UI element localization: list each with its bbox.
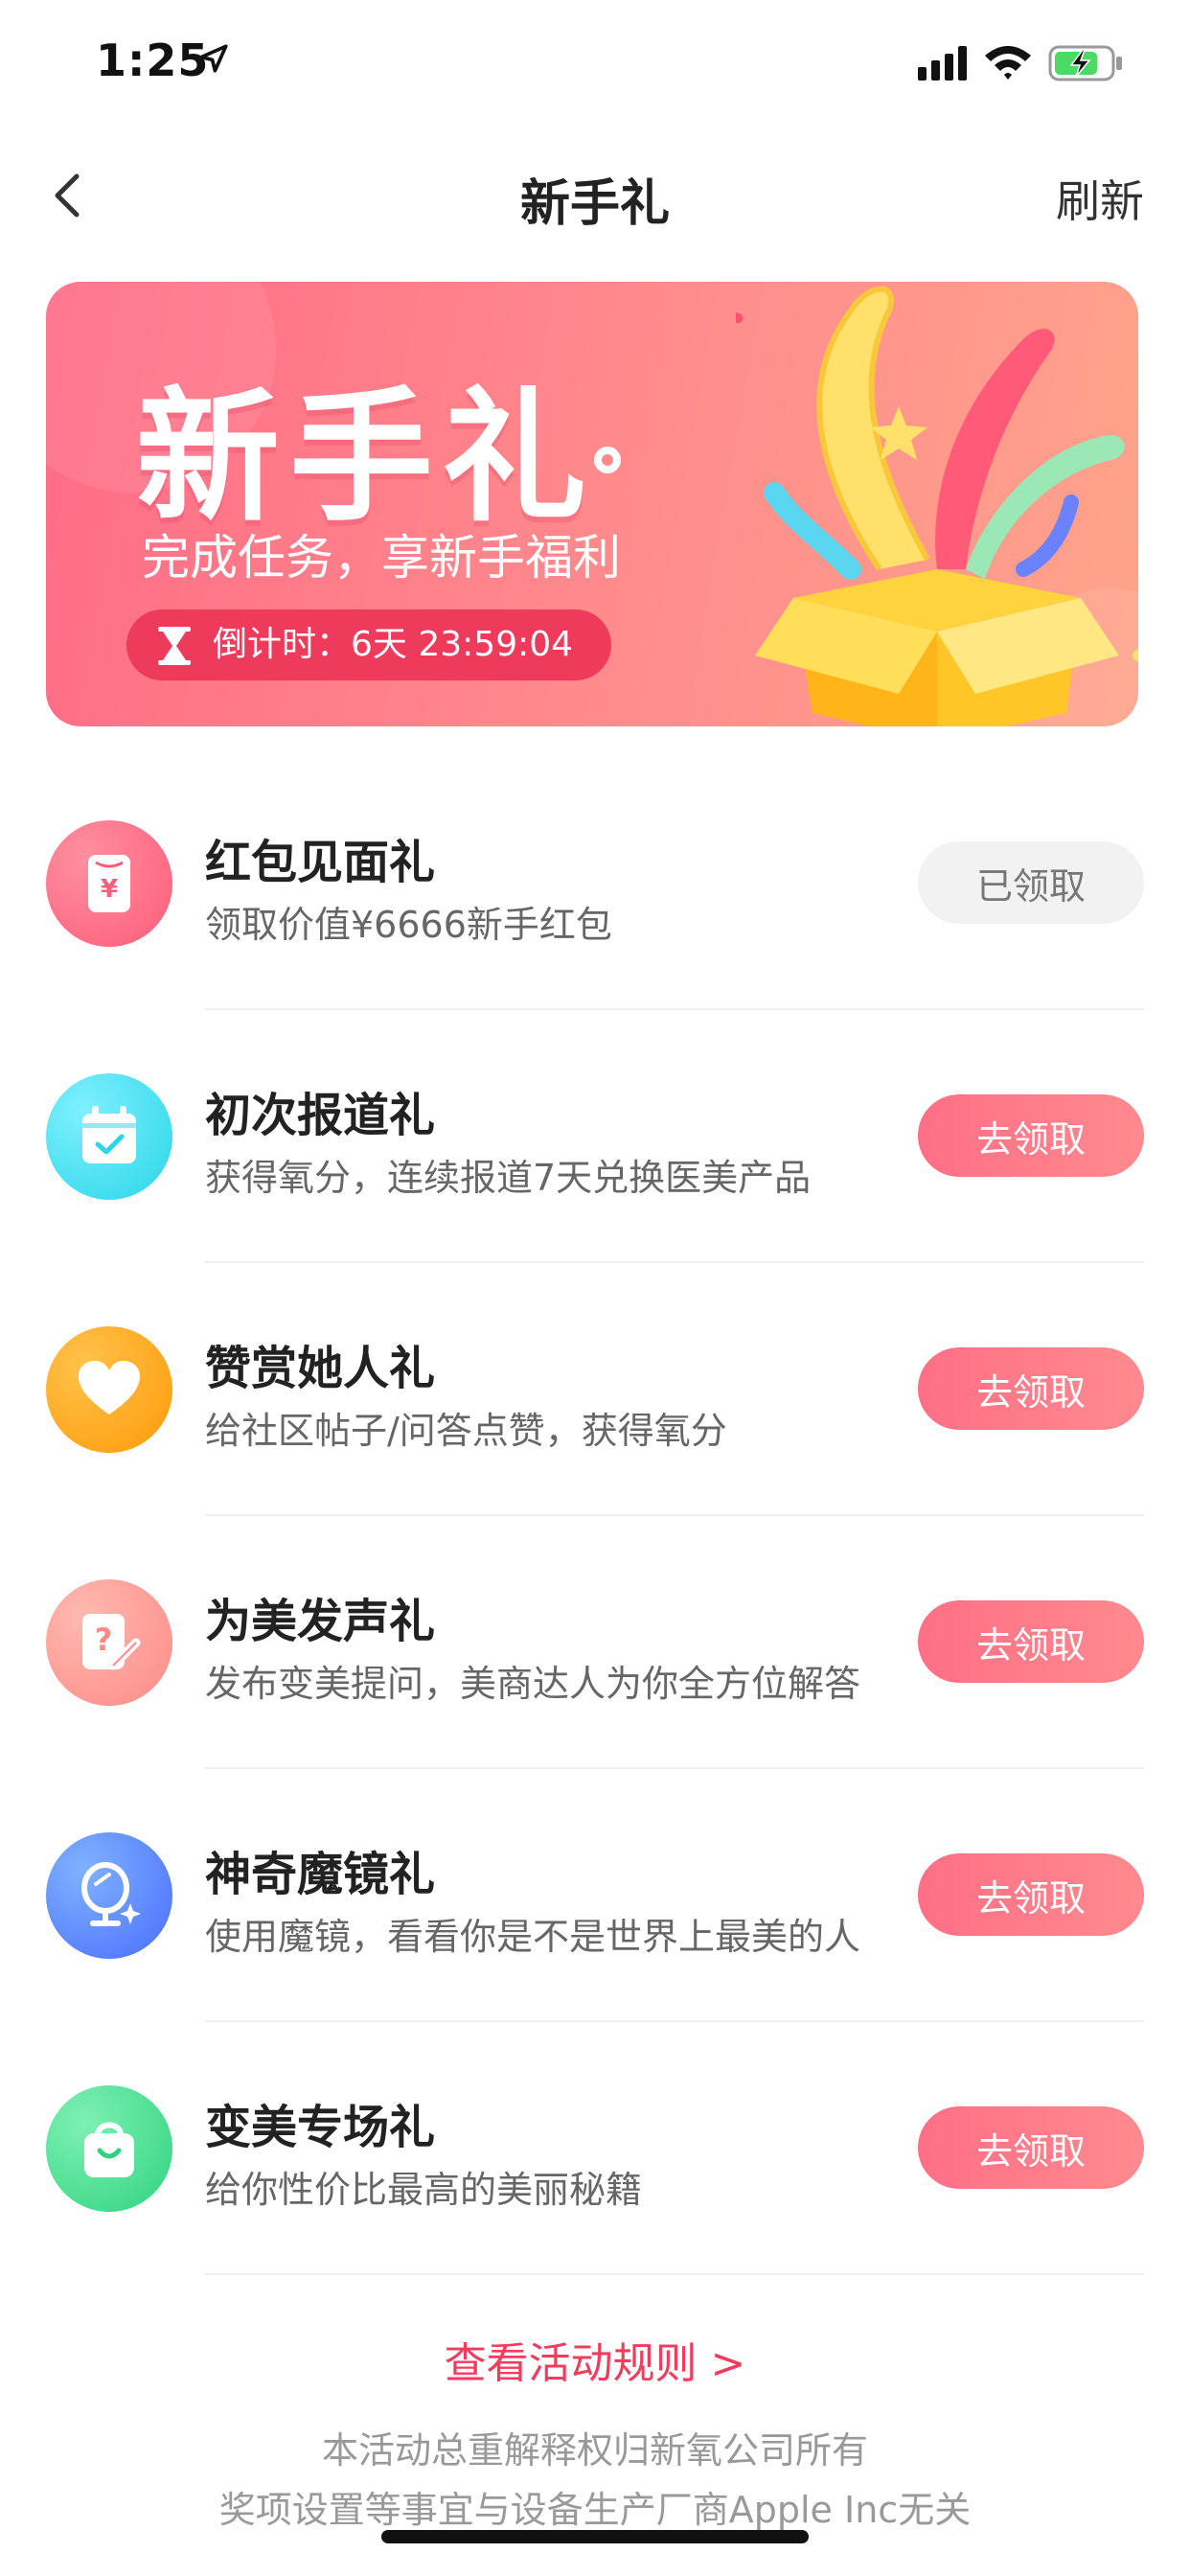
list-item: 神奇魔镜礼 使用魔镜，看看你是不是世界上最美的人 去领取: [0, 1769, 1190, 2022]
claim-button[interactable]: 去领取: [918, 1853, 1144, 1936]
list-item: 变美专场礼 给你性价比最高的美丽秘籍 去领取: [0, 2022, 1190, 2275]
page-title: 新手礼: [519, 175, 670, 233]
disclaimer-line-1: 本活动总重解释权归新氧公司所有: [321, 2429, 868, 2472]
calendar-check-icon: [46, 1073, 172, 1200]
banner-title: 新手礼: [136, 375, 597, 541]
shopping-bag-icon: [46, 2085, 172, 2212]
gift-description: 获得氧分，连续报道7天兑换医美产品: [205, 1157, 812, 1199]
nav-bar: 新手礼 刷新: [0, 134, 1190, 259]
red-envelope-icon: ¥: [46, 820, 172, 947]
gift-title: 变美专场礼: [205, 2101, 436, 2154]
gift-list: ¥ 红包见面礼 领取价值¥6666新手红包 已领取 初次报道礼 获得氧分，连续报…: [0, 757, 1190, 2275]
question-edit-icon: ?: [46, 1579, 172, 1706]
gift-title: 神奇魔镜礼: [205, 1848, 436, 1901]
gift-title: 赞赏她人礼: [205, 1342, 436, 1395]
gift-title: 为美发声礼: [205, 1595, 436, 1648]
home-indicator[interactable]: [381, 2530, 809, 2543]
gift-description: 给社区帖子/问答点赞，获得氧分: [205, 1410, 727, 1452]
gift-description: 给你性价比最高的美丽秘籍: [205, 2169, 643, 2211]
list-item: 赞赏她人礼 给社区帖子/问答点赞，获得氧分 去领取: [0, 1263, 1190, 1516]
magic-mirror-icon: [46, 1832, 172, 1959]
newbie-gift-banner: 新手礼 完成任务，享新手福利 倒计时：6天 23:59:04: [46, 282, 1138, 726]
claim-button[interactable]: 去领取: [918, 1600, 1144, 1683]
claimed-button[interactable]: 已领取: [918, 841, 1144, 924]
battery-icon: [1048, 45, 1122, 81]
gift-description: 领取价值¥6666新手红包: [205, 904, 612, 946]
banner-subtitle: 完成任务，享新手福利: [142, 530, 621, 586]
list-item: 初次报道礼 获得氧分，连续报道7天兑换医美产品 去领取: [0, 1010, 1190, 1263]
gift-description: 使用魔镜，看看你是不是世界上最美的人: [205, 1916, 861, 1958]
gift-description: 发布变美提问，美商达人为你全方位解答: [205, 1663, 861, 1705]
list-item: ¥ 红包见面礼 领取价值¥6666新手红包 已领取: [0, 757, 1190, 1010]
svg-text:¥: ¥: [101, 875, 118, 904]
claim-button[interactable]: 去领取: [918, 2106, 1144, 2189]
claim-button[interactable]: 去领取: [918, 1094, 1144, 1177]
countdown-text: 倒计时：6天 23:59:04: [213, 625, 574, 664]
countdown-badge: 倒计时：6天 23:59:04: [126, 610, 612, 680]
heart-icon: [46, 1326, 172, 1453]
screen: 1:25 新手礼 刷新 新手礼 完成任务，享新手福利 倒计时：6天 23:59:…: [0, 0, 1190, 2576]
list-item: ? 为美发声礼 发布变美提问，美商达人为你全方位解答 去领取: [0, 1516, 1190, 1769]
refresh-button[interactable]: 刷新: [1056, 167, 1144, 230]
divider: [205, 2273, 1144, 2275]
svg-text:?: ?: [95, 1622, 113, 1658]
gift-title: 红包见面礼: [205, 836, 436, 889]
status-time: 1:25: [96, 34, 210, 86]
gift-box-illustration: [736, 286, 1138, 726]
status-bar: 1:25: [0, 0, 1190, 126]
gift-title: 初次报道礼: [205, 1089, 436, 1142]
signal-icon: [918, 46, 967, 80]
banner-title-dot: [594, 447, 621, 473]
location-arrow-icon: [199, 44, 228, 73]
claim-button[interactable]: 去领取: [918, 1347, 1144, 1430]
hourglass-icon: [158, 627, 191, 665]
wifi-icon: [985, 46, 1031, 80]
disclaimer-line-2: 奖项设置等事宜与设备生产厂商Apple Inc无关: [218, 2489, 972, 2531]
activity-rules-link[interactable]: 查看活动规则 >: [0, 2329, 1190, 2390]
